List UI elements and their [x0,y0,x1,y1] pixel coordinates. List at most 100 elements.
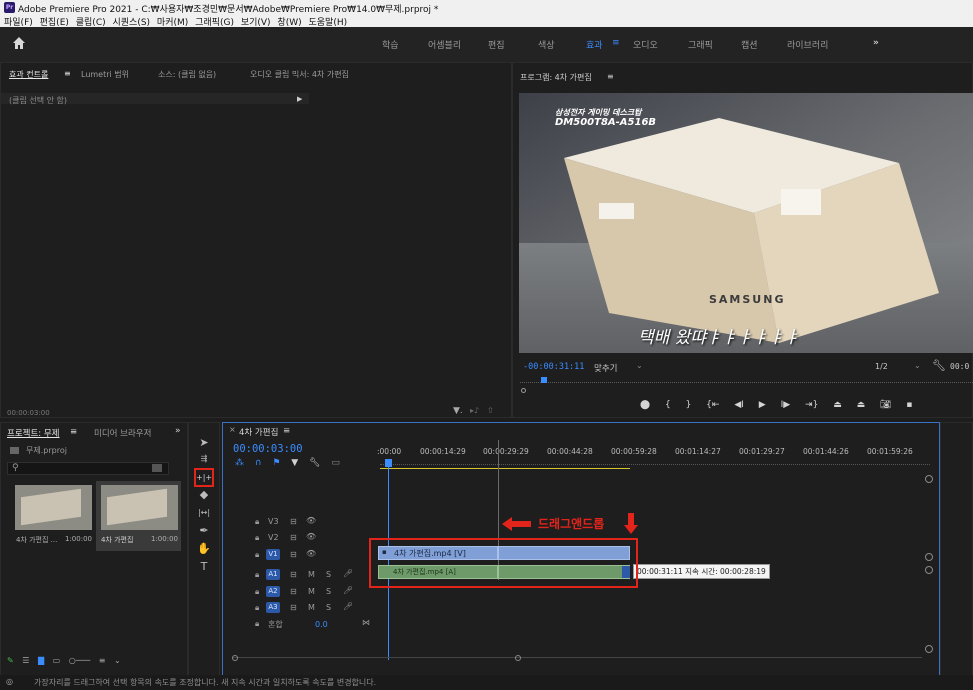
resolution-dropdown[interactable]: 1/2 [875,362,888,371]
workspace-learn[interactable]: 학습 [382,38,399,51]
program-video-frame[interactable]: 삼성전자 게이밍 데스크탑 DM500T8A-A516B SAMSUNG 택배 … [519,93,973,353]
tab-sequence[interactable]: 4차 가편집 [239,426,278,438]
track-name-a3[interactable]: A3 [266,602,280,613]
close-sequence-icon[interactable]: × [229,425,236,434]
timeline-horizontal-scrollbar[interactable] [232,655,922,663]
eye-icon[interactable]: 👁︎ [306,516,316,525]
project-item-thumbnail-1[interactable] [15,485,92,530]
toggle-sync-icon[interactable]: ⊟ [290,603,297,612]
project-item-name-2[interactable]: 4차 가편집 [101,535,133,545]
eye-icon[interactable]: 👁︎ [306,549,316,558]
workspace-audio[interactable]: 오디오 [633,38,658,51]
selection-tool-icon[interactable]: ➤ [196,436,212,450]
tab-lumetri-scopes[interactable]: Lumetri 범위 [81,69,129,80]
toggle-sync-icon[interactable]: ⊟ [290,587,297,596]
solo-button[interactable]: S [326,570,331,579]
razor-tool-icon[interactable]: ◆ [196,488,212,502]
fit-dropdown[interactable]: 맞추기 [594,362,617,374]
program-playhead[interactable] [541,377,547,383]
scroll-handle-right[interactable] [515,655,521,661]
tab-audio-clip-mixer[interactable]: 오디오 클립 믹서: 4차 가편집 [250,69,349,80]
toggle-sync-icon[interactable]: ⊟ [290,533,297,542]
play-only-audio-icon[interactable]: ▸♪ [470,406,479,415]
work-area-bar[interactable] [380,468,630,469]
collapse-arrow-icon[interactable]: ▶ [297,95,302,103]
toggle-sync-icon[interactable]: ⊟ [290,517,297,526]
solo-button[interactable]: S [326,587,331,596]
lock-icon: 🔒︎ [255,517,260,526]
new-bin-icon[interactable] [152,464,162,472]
hand-tool-icon[interactable]: ✋ [196,542,212,556]
tab-source[interactable]: 소스: (클립 없음) [158,69,216,80]
toggle-sync-icon[interactable]: ⊟ [290,550,297,559]
video-tracks-scroll-handle-bottom[interactable] [925,553,933,561]
settings-wrench-icon[interactable]: 🔧︎ [932,359,946,372]
transport-buttons[interactable]: ⬤ { } {⇤ ◀I ▶ I▶ ⇥} ⏏ ⏏ 📷︎ ▪ [640,400,912,410]
program-timecode[interactable]: -00:00:31:11 [523,362,584,372]
workspace-captions[interactable]: 캡션 [741,38,758,51]
project-footer-toolbar[interactable]: ✎ ☰ ▇ ▭ ○─── ≡ ⌄ [7,656,121,665]
slip-tool-icon[interactable]: |↔| [196,506,212,520]
type-tool-icon[interactable]: T [196,560,212,574]
track-name-a2[interactable]: A2 [266,586,280,597]
tab-effect-controls-menu-icon[interactable]: ≡ [64,69,71,78]
solo-button[interactable]: S [326,603,331,612]
play-icon: ▶ [758,400,766,410]
timeline-toolbar[interactable]: ⁂ ∩ ⚑ ▼ 🔧︎ ▭ [235,458,340,468]
workspace-graphics[interactable]: 그래픽 [688,38,713,51]
tab-effect-controls[interactable]: 효과 컨트롤 [9,69,48,80]
workspace-more-button[interactable]: » [873,38,879,48]
eye-icon[interactable]: 👁︎ [306,532,316,541]
zoom-handle[interactable] [521,388,526,393]
workspace-effects[interactable]: 효과 [586,38,603,51]
workspace-menu-icon[interactable]: ≡ [612,38,620,48]
tab-project-menu-icon[interactable]: ≡ [70,427,77,437]
audio-tracks-scroll-handle[interactable] [925,566,933,574]
down-arrow-icon [624,513,638,534]
project-item-name-1[interactable]: 4차 가편집 ... [16,535,57,545]
project-search-input[interactable]: ⚲ [7,462,169,475]
program-duration: 00:0 [950,362,970,371]
microphone-icon[interactable]: 🎤︎ [343,602,353,611]
workspace-color[interactable]: 색상 [538,38,555,51]
timeline-playhead-head[interactable] [385,459,392,467]
mix-volume-value[interactable]: 0.0 [315,620,328,629]
panel-more-icon[interactable]: » [175,426,181,436]
tab-sequence-menu-icon[interactable]: ≡ [283,426,290,436]
zoom-slider-icon: ○─── [68,656,91,665]
timeline-timecode[interactable]: 00:00:03:00 [233,443,303,455]
video-tracks-scroll-handle[interactable] [925,475,933,483]
effect-controls-timecode[interactable]: 00:00:03:00 [7,409,50,417]
fit-chevron-down-icon[interactable]: ⌄ [636,361,643,370]
export-icon[interactable]: ⇧ [487,406,494,415]
project-item-thumbnail-2[interactable] [101,485,178,530]
track-name-v1[interactable]: V1 [266,549,280,560]
toggle-sync-icon[interactable]: ⊟ [290,570,297,579]
program-scrub-bar[interactable] [520,382,973,383]
home-icon[interactable] [12,36,26,50]
workspace-libraries[interactable]: 라이브러리 [787,38,828,51]
program-monitor-menu-icon[interactable]: ≡ [607,72,614,81]
pen-tool-icon[interactable]: ✒ [196,524,212,538]
scroll-handle-left[interactable] [232,655,238,661]
nest-icon: ⁂ [235,458,244,468]
track-name-a1[interactable]: A1 [266,569,280,580]
workspace-assembly[interactable]: 어셈블리 [428,38,461,51]
video-subtitle: 택배 왔땨ㅑㅑㅑㅑㅑㅑ [638,328,800,348]
filter-icon[interactable]: ▼. [453,406,463,416]
microphone-icon[interactable]: 🎤︎ [343,586,353,595]
program-monitor-tab[interactable]: 프로그램: 4차 가편집 [520,72,592,83]
mark-in-icon: { [664,400,671,410]
track-select-tool-icon[interactable]: ⇶ [196,452,212,466]
resolution-chevron-down-icon[interactable]: ⌄ [914,361,921,370]
tab-project[interactable]: 프로젝트: 무제 [7,427,60,439]
timeline-ruler[interactable] [380,459,930,465]
workspace-edit[interactable]: 편집 [488,38,505,51]
button-editor-icon: ▪ [906,400,913,410]
mute-button[interactable]: M [308,570,315,579]
microphone-icon[interactable]: 🎤︎ [343,569,353,578]
tab-media-browser[interactable]: 미디어 브라우저 [94,427,151,439]
audio-tracks-scroll-handle-bottom[interactable] [925,645,933,653]
mute-button[interactable]: M [308,587,315,596]
mute-button[interactable]: M [308,603,315,612]
